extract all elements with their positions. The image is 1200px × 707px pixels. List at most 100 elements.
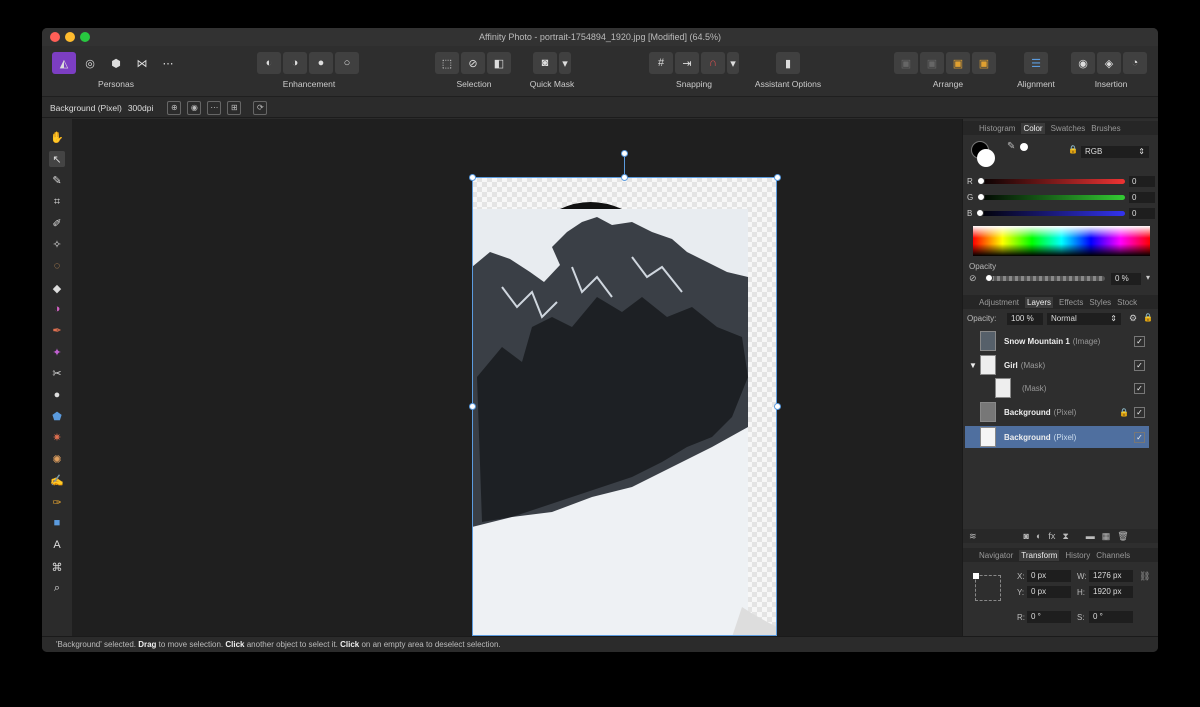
tab-layers[interactable]: Layers xyxy=(1025,296,1054,308)
transform-icon[interactable]: ⊞ xyxy=(227,100,242,115)
handle-top-center[interactable] xyxy=(621,174,628,181)
layer-visibility-checkbox[interactable]: ✓ xyxy=(1134,406,1145,418)
paint-brush-tool-icon[interactable]: ✒ xyxy=(49,322,65,338)
color-picker-tool-icon[interactable]: ✎ xyxy=(49,172,65,188)
handle-top-right[interactable] xyxy=(774,174,781,181)
color-wheel-icon[interactable]: ● xyxy=(309,52,333,74)
layer-stack-icon[interactable]: ≋ xyxy=(969,531,977,542)
anchor-top-left[interactable] xyxy=(973,573,979,579)
tab-histogram[interactable]: Histogram xyxy=(979,124,1015,133)
rotation-field[interactable]: 0 ° xyxy=(1027,611,1071,623)
zoom-window-button[interactable] xyxy=(80,32,90,42)
lasso-tool-icon[interactable]: ◌ xyxy=(49,258,65,274)
delete-layer-icon[interactable]: 🗑 xyxy=(1117,531,1128,542)
snapping-toggle-icon[interactable]: ⇥ xyxy=(675,52,699,74)
layer-row-selected[interactable]: Background (Pixel) ✓ xyxy=(965,426,1149,448)
layer-visibility-checkbox[interactable]: ✓ xyxy=(1134,382,1145,394)
dodge-tool-icon[interactable]: ✦ xyxy=(49,344,65,360)
h-field[interactable]: 1920 px xyxy=(1089,586,1133,598)
layer-row[interactable]: (Mask) ✓ xyxy=(965,377,1149,399)
w-field[interactable]: 1276 px xyxy=(1089,570,1133,582)
color-opacity-slider[interactable] xyxy=(985,274,1105,282)
node-tool-icon[interactable]: ✑ xyxy=(49,494,65,510)
g-value[interactable]: 0 xyxy=(1129,191,1155,203)
text-tool-icon[interactable]: A xyxy=(49,537,65,553)
move-tool-icon[interactable]: ↖ xyxy=(49,151,65,167)
tab-channels[interactable]: Channels xyxy=(1096,551,1130,560)
close-window-button[interactable] xyxy=(50,32,60,42)
layer-settings-icon[interactable]: ⚙ xyxy=(1129,313,1137,324)
insert-top-icon[interactable]: ◔ xyxy=(1123,52,1147,74)
blend-mode-select[interactable]: Normal ⇕ xyxy=(1047,313,1121,325)
x-field[interactable]: 0 px xyxy=(1027,570,1071,582)
zoom-tool-icon[interactable]: ⌕ xyxy=(49,580,65,596)
retouch-tool-icon[interactable]: ✺ xyxy=(49,451,65,467)
color-spectrum[interactable] xyxy=(973,226,1150,256)
layer-row[interactable]: Snow Mountain 1 (Image) ✓ xyxy=(965,330,1149,352)
move-forward-one-icon[interactable]: ▣ xyxy=(946,52,970,74)
export-persona-icon[interactable]: ⋯ xyxy=(156,52,180,74)
select-all-icon[interactable]: ⬚ xyxy=(435,52,459,74)
layer-row[interactable]: ▼ Girl (Mask) ✓ xyxy=(965,354,1149,376)
quick-mask-dropdown-icon[interactable]: ▾ xyxy=(559,52,571,74)
photo-persona-icon[interactable]: ◭ xyxy=(52,52,76,74)
expand-arrow-icon[interactable]: ▼ xyxy=(969,361,977,370)
tab-styles[interactable]: Styles xyxy=(1089,298,1111,307)
tab-color[interactable]: Color xyxy=(1021,122,1045,134)
layer-row[interactable]: Background (Pixel) 🔒 ✓ xyxy=(965,401,1149,423)
tab-adjustment[interactable]: Adjustment xyxy=(979,298,1019,307)
tab-history[interactable]: History xyxy=(1065,551,1090,560)
tab-navigator[interactable]: Navigator xyxy=(979,551,1013,560)
gradient-tool-icon[interactable]: ◑ xyxy=(49,301,65,317)
layer-lock-icon[interactable]: 🔒 xyxy=(1143,313,1153,322)
rectangle-tool-icon[interactable]: ■ xyxy=(49,515,65,531)
move-to-front-icon[interactable]: ▣ xyxy=(972,52,996,74)
insert-behind-icon[interactable]: ◈ xyxy=(1097,52,1121,74)
tab-effects[interactable]: Effects xyxy=(1059,298,1083,307)
snapping-magnet-icon[interactable]: ∩ xyxy=(701,52,725,74)
canvas-area[interactable] xyxy=(72,119,962,636)
b-value[interactable]: 0 xyxy=(1129,207,1155,219)
b-slider-knob[interactable] xyxy=(976,208,985,217)
adjustment-layer-icon[interactable]: ◐ xyxy=(1036,531,1041,541)
group-layers-icon[interactable]: ▬ xyxy=(1086,531,1095,541)
live-filter-icon[interactable]: ⧗ xyxy=(1062,531,1068,542)
rotation-handle[interactable] xyxy=(621,150,628,157)
inpainting-tool-icon[interactable]: ⬟ xyxy=(49,408,65,424)
selection-brush-tool-icon[interactable]: ✐ xyxy=(49,215,65,231)
layer-visibility-checkbox[interactable]: ✓ xyxy=(1134,335,1145,347)
b-slider[interactable] xyxy=(976,208,1125,217)
liquify-persona-icon[interactable]: ◎ xyxy=(78,52,102,74)
eyedropper-icon[interactable]: ✎ xyxy=(1007,141,1015,152)
fx-icon[interactable]: fx xyxy=(1048,531,1055,541)
handle-top-left[interactable] xyxy=(469,174,476,181)
tab-brushes[interactable]: Brushes xyxy=(1091,124,1120,133)
r-slider[interactable] xyxy=(976,176,1125,185)
tab-swatches[interactable]: Swatches xyxy=(1051,124,1086,133)
link-dimensions-icon[interactable]: ⛓ xyxy=(1139,571,1150,582)
tab-stock[interactable]: Stock xyxy=(1117,298,1137,307)
hand-tool-icon[interactable]: ✋ xyxy=(49,129,65,145)
layer-visibility-checkbox[interactable]: ✓ xyxy=(1134,431,1145,443)
clone-brush-tool-icon[interactable]: ✂ xyxy=(49,365,65,381)
assistant-icon[interactable]: ▮ xyxy=(776,52,800,74)
mask-layer-icon[interactable]: ◙ xyxy=(1024,531,1029,541)
invert-selection-icon[interactable]: ◧ xyxy=(487,52,511,74)
red-eye-tool-icon[interactable]: ✷ xyxy=(49,429,65,445)
fill-tool-icon[interactable]: ◆ xyxy=(49,280,65,296)
move-back-one-icon[interactable]: ▣ xyxy=(920,52,944,74)
insert-inside-icon[interactable]: ◉ xyxy=(1071,52,1095,74)
layer-opacity-field[interactable]: 100 % xyxy=(1007,313,1043,325)
lock-icon[interactable]: 🔒 xyxy=(1068,145,1078,154)
snap-objects-icon[interactable]: ⋯ xyxy=(207,100,222,115)
handle-middle-left[interactable] xyxy=(469,403,476,410)
g-slider-knob[interactable] xyxy=(977,192,986,201)
dpi-label[interactable]: 300dpi xyxy=(128,103,154,113)
color-opacity-dropdown-icon[interactable]: ▾ xyxy=(1146,273,1150,282)
blur-brush-tool-icon[interactable]: ● xyxy=(49,387,65,403)
layer-visibility-checkbox[interactable]: ✓ xyxy=(1134,359,1145,371)
tone-mapping-persona-icon[interactable]: ⋈ xyxy=(130,52,154,74)
deselect-icon[interactable]: ⊘ xyxy=(461,52,485,74)
y-field[interactable]: 0 px xyxy=(1027,586,1071,598)
quick-mask-icon[interactable]: ◙ xyxy=(533,52,557,74)
